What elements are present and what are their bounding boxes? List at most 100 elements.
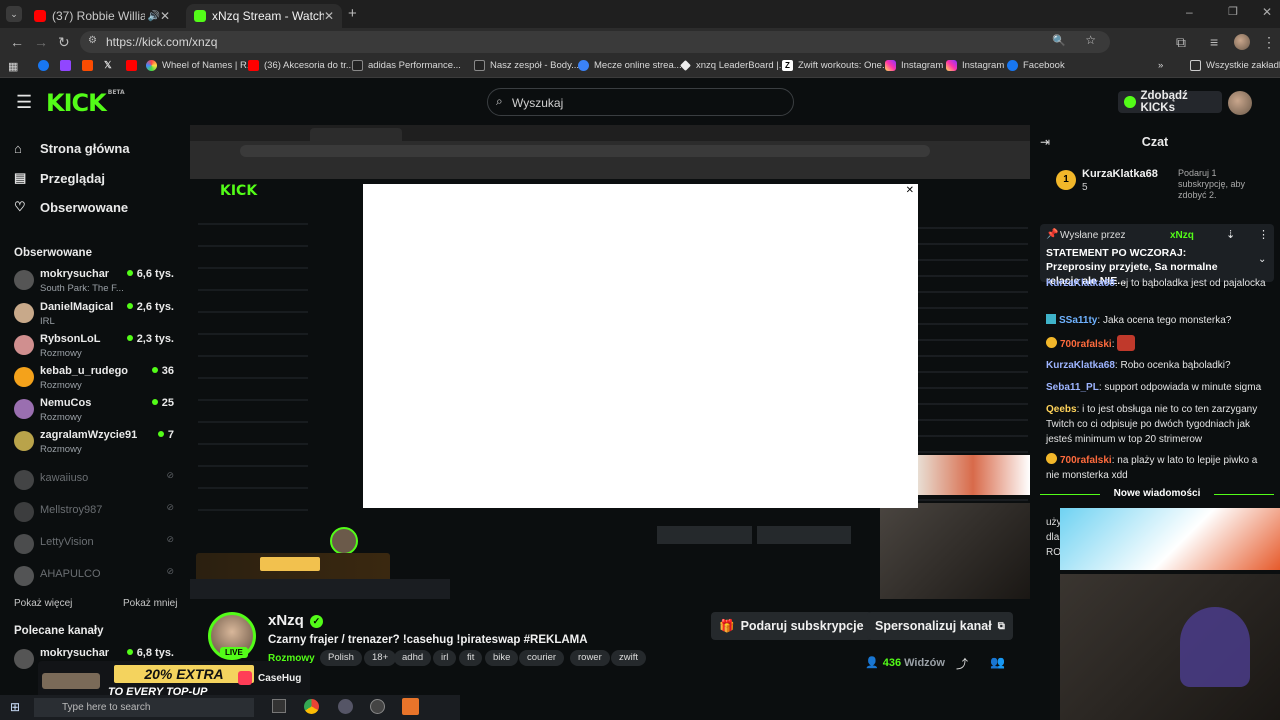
- nav-home[interactable]: ⌂ Strona główna: [14, 141, 130, 156]
- tag-bike[interactable]: bike: [485, 650, 519, 666]
- channel-mellstroy987[interactable]: Mellstroy987 ⊘: [14, 500, 180, 530]
- gifter-badge-icon: [1046, 337, 1057, 348]
- twitch-bm-icon[interactable]: [60, 60, 76, 71]
- folder-icon: [1190, 60, 1201, 71]
- search-input[interactable]: ⌕ Wyszukaj: [487, 88, 794, 116]
- get-kicks-button[interactable]: Zdobądź KICKs: [1118, 90, 1222, 114]
- x-bm-icon[interactable]: 𝕏: [104, 60, 112, 71]
- bookmark-xnzq-leaderboard[interactable]: xnzq LeaderBoard |...: [680, 60, 787, 71]
- bookmark-nasz-zespol[interactable]: Nasz zespół - Body...: [474, 60, 579, 71]
- gift-subscription-button[interactable]: 🎁 Podaruj subskrypcje: [711, 612, 872, 640]
- close-window-icon[interactable]: ✕: [1262, 5, 1272, 19]
- popup-overlay[interactable]: ✕: [363, 184, 918, 508]
- tab-xnzq-stream[interactable]: xNzq Stream - Watch Live on K ✕: [186, 4, 342, 28]
- show-less-button[interactable]: Pokaż mniej: [123, 598, 177, 609]
- close-tab-icon[interactable]: ✕: [160, 9, 170, 23]
- avatar: [14, 399, 34, 419]
- kick-header: ☰ KICK BETA ⌕ Wyszukaj Zdobądź KICKs: [0, 79, 1280, 127]
- tab-robbie-williams[interactable]: (37) Robbie Williams - The 🔊 ✕: [26, 4, 178, 28]
- tag-irl[interactable]: irl: [433, 650, 457, 666]
- new-tab-icon[interactable]: +: [348, 5, 357, 22]
- streamer-name[interactable]: xNzq ✓: [268, 612, 323, 629]
- show-more-button[interactable]: Pokaż więcej: [14, 598, 72, 609]
- browse-icon: ▤: [14, 170, 27, 185]
- kick-icon: [194, 10, 206, 22]
- bookmark-facebook[interactable]: Facebook: [1007, 60, 1065, 71]
- emote-icon: [1117, 335, 1136, 351]
- avatar: [14, 303, 34, 323]
- avatar: [14, 566, 34, 586]
- site-info-icon[interactable]: ⚙: [88, 35, 97, 46]
- forward-icon[interactable]: →: [34, 34, 48, 50]
- hamburger-menu-icon[interactable]: ☰: [16, 92, 32, 113]
- reload-icon[interactable]: ↻: [58, 34, 70, 51]
- bookmark-mecze-online[interactable]: Mecze online strea...: [578, 60, 682, 71]
- unpin-icon[interactable]: ⇣: [1226, 228, 1235, 241]
- channel-kawaiiuso[interactable]: kawaiiuso ⊘: [14, 468, 180, 498]
- back-icon[interactable]: ←: [10, 34, 24, 50]
- nav-browse[interactable]: ▤ Przeglądaj: [14, 170, 105, 186]
- bookmark-instagram-2[interactable]: Instagram: [946, 60, 1004, 71]
- tag-adhd[interactable]: adhd: [394, 650, 432, 666]
- pinned-message[interactable]: 📌 Wysłane przez xNzq ⇣ ⋮ STATEMENT PO WC…: [1040, 224, 1274, 287]
- close-icon[interactable]: ✕: [906, 185, 914, 196]
- restore-icon[interactable]: ❐: [1228, 5, 1238, 18]
- bookmark-zwift[interactable]: Z Zwift workouts: One...: [782, 60, 890, 71]
- channel-lettyvision[interactable]: LettyVision ⊘: [14, 532, 180, 562]
- share-icon[interactable]: ⤴: [956, 655, 968, 672]
- tag-zwift[interactable]: zwift: [611, 650, 646, 666]
- facebook-bm-icon[interactable]: [38, 60, 54, 71]
- extensions-icon[interactable]: ⧉: [1176, 34, 1186, 51]
- gun-icon: [42, 673, 100, 689]
- bookmark-adidas[interactable]: adidas Performance...: [352, 60, 461, 71]
- zoom-icon[interactable]: 🔍: [1052, 34, 1066, 47]
- bookmark-akcesoria[interactable]: (36) Akcesoria do tr...: [248, 60, 354, 71]
- live-badge: LIVE: [220, 647, 248, 658]
- gift-note: Podaruj 1 subskrypcję, aby zdobyć 2.: [1178, 168, 1246, 200]
- channel-kebab-u-rudego[interactable]: kebab_u_rudego Rozmowy 36: [14, 365, 180, 395]
- channel-danielmagical[interactable]: DanielMagical IRL 2,6 tys.: [14, 301, 180, 331]
- channel-mokrysuchar[interactable]: mokrysuchar South Park: The F... 6,6 tys.: [14, 268, 180, 298]
- more-bookmarks-icon[interactable]: »: [1158, 60, 1163, 71]
- kicks-coin-icon: [1124, 96, 1136, 108]
- all-bookmarks[interactable]: Wszystkie zakładki: [1190, 60, 1280, 71]
- channel-rybsonlol[interactable]: RybsonLoL Rozmowy 2,3 tys.: [14, 333, 180, 363]
- tag-polish[interactable]: Polish: [320, 650, 362, 666]
- tab-list-icon[interactable]: ⌄: [6, 6, 22, 22]
- tag-fit[interactable]: fit: [459, 650, 483, 666]
- address-bar[interactable]: ⚙ https://kick.com/xnzq 🔍 ☆: [80, 31, 1110, 53]
- strava-bm-icon[interactable]: [82, 60, 98, 71]
- tag-18plus[interactable]: 18+: [364, 650, 397, 666]
- new-messages-divider[interactable]: Nowe wiadomości: [1040, 488, 1274, 499]
- bookmark-instagram-1[interactable]: Instagram: [885, 60, 943, 71]
- profile-avatar[interactable]: [1234, 34, 1250, 50]
- nav-following[interactable]: ♡ Obserwowane: [14, 199, 128, 215]
- minimize-icon[interactable]: –: [1186, 5, 1193, 19]
- channel-nemucos[interactable]: NemuCos Rozmowy 25: [14, 397, 180, 427]
- close-tab-icon[interactable]: ✕: [324, 9, 334, 23]
- tag-courier[interactable]: courier: [519, 650, 565, 666]
- expand-pin-icon[interactable]: ⌄: [1258, 254, 1266, 265]
- stream-capture-omnibox: [240, 145, 930, 157]
- top-gifter[interactable]: 1 KurzaKlatka68 5 Podaruj 1 subskrypcję,…: [1054, 168, 1254, 200]
- channel-ahapulco[interactable]: AHAPULCO ⊘: [14, 564, 180, 594]
- follow-user-icon[interactable]: 👥: [990, 655, 1005, 669]
- channel-zagralamwzycie91[interactable]: zagralamWzycie91 Rozmowy 7: [14, 429, 180, 459]
- customize-channel-button[interactable]: Spersonalizuj kanał ⧉: [867, 612, 1013, 640]
- chat-panel: ⇥ Czat 1 KurzaKlatka68 5 Podaruj 1 subsk…: [1030, 127, 1280, 720]
- pinned-by-label: Wysłane przez: [1060, 230, 1126, 241]
- more-menu-icon[interactable]: ⋮: [1262, 34, 1276, 51]
- pinned-more-icon[interactable]: ⋮: [1258, 228, 1269, 241]
- webcam-person: [1180, 607, 1250, 687]
- youtube-bm-icon[interactable]: [126, 60, 142, 71]
- media-control-icon[interactable]: ≡: [1210, 34, 1218, 50]
- bookmark-star-icon[interactable]: ☆: [1085, 33, 1096, 47]
- speaker-icon: 🔊: [147, 10, 160, 22]
- apps-icon[interactable]: ▦: [8, 60, 18, 73]
- video-player[interactable]: KICK ✕: [190, 125, 1030, 599]
- user-avatar[interactable]: [1228, 91, 1252, 115]
- tag-rower[interactable]: rower: [570, 650, 610, 666]
- bookmark-wheel-of-names[interactable]: Wheel of Names | R...: [146, 60, 255, 71]
- chrome-icon: [304, 699, 319, 714]
- kick-logo[interactable]: KICK BETA: [46, 89, 125, 117]
